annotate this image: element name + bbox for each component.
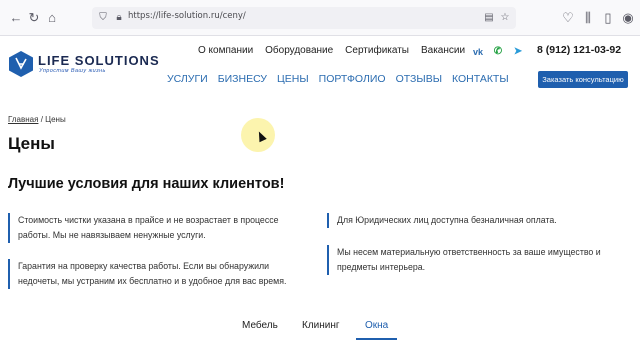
- top-menu: О компании Оборудование Сертификаты Вака…: [198, 45, 465, 56]
- lock-icon[interactable]: 🔒︎: [112, 11, 126, 25]
- library-icon[interactable]: ⫼: [580, 10, 596, 26]
- phone-number[interactable]: 8 (912) 121-03-92: [537, 44, 621, 56]
- feature-quality-guarantee: Гарантия на проверку качества работы. Ес…: [8, 259, 308, 289]
- logo-subtitle: Упростим Вашу жизнь: [39, 68, 106, 74]
- order-consultation-button[interactable]: Заказать консультацию: [538, 71, 628, 88]
- tab-furniture[interactable]: Мебель: [242, 320, 278, 340]
- logo-title[interactable]: LIFE SOLUTIONS: [38, 53, 160, 68]
- pocket-icon[interactable]: ♡: [560, 10, 576, 26]
- section-subheading: Лучшие условия для наших клиентов!: [8, 176, 285, 192]
- main-menu-portfolio[interactable]: Портфолио: [319, 73, 386, 85]
- reader-icon[interactable]: ▤: [482, 11, 496, 25]
- top-menu-equipment[interactable]: Оборудование: [265, 45, 333, 56]
- price-tabs: Мебель Клининг Окна: [0, 320, 640, 340]
- breadcrumb-current: Цены: [45, 115, 66, 124]
- reload-icon[interactable]: ↻: [26, 10, 42, 26]
- tab-windows[interactable]: Окна: [356, 320, 398, 340]
- breadcrumb-home[interactable]: Главная: [8, 115, 38, 124]
- url-text[interactable]: https://life-solution.ru/ceny/: [128, 11, 246, 21]
- home-icon[interactable]: ⌂: [44, 10, 60, 26]
- main-menu-contacts[interactable]: Контакты: [452, 73, 509, 85]
- vk-icon[interactable]: vk: [472, 46, 484, 58]
- main-menu-reviews[interactable]: Отзывы: [396, 73, 442, 85]
- top-menu-certificates[interactable]: Сертификаты: [345, 45, 409, 56]
- breadcrumb-separator: /: [40, 115, 43, 124]
- logo-icon[interactable]: [8, 50, 34, 78]
- tab-cleaning[interactable]: Клининг: [302, 320, 340, 340]
- feature-price-fixed: Стоимость чистки указана в прайсе и не в…: [8, 213, 308, 243]
- top-menu-vacancies[interactable]: Вакансии: [421, 45, 465, 56]
- whatsapp-icon[interactable]: ✆: [492, 46, 504, 58]
- sidebar-icon[interactable]: ▯: [600, 10, 616, 26]
- top-menu-about[interactable]: О компании: [198, 45, 253, 56]
- main-menu-business[interactable]: Бизнесу: [218, 73, 267, 85]
- address-bar[interactable]: ⛉ 🔒︎ https://life-solution.ru/ceny/ ▤ ☆: [92, 7, 516, 29]
- back-icon[interactable]: ←: [8, 10, 24, 26]
- site-header: LIFE SOLUTIONS Упростим Вашу жизнь О ком…: [0, 36, 640, 96]
- main-menu-services[interactable]: Услуги: [167, 73, 208, 85]
- browser-toolbar: ← ↻ ⌂ ⛉ 🔒︎ https://life-solution.ru/ceny…: [0, 0, 640, 36]
- main-menu-prices[interactable]: Цены: [277, 73, 309, 85]
- shield-icon[interactable]: ⛉: [96, 11, 110, 25]
- feature-liability: Мы несем материальную ответственность за…: [327, 245, 617, 275]
- breadcrumb: Главная / Цены: [8, 115, 66, 124]
- telegram-icon[interactable]: ➤: [512, 46, 524, 58]
- star-icon[interactable]: ☆: [498, 11, 512, 25]
- main-menu: Услуги Бизнесу Цены Портфолио Отзывы Кон…: [167, 73, 509, 85]
- feature-cashless-payment: Для Юридических лиц доступна безналичная…: [327, 213, 617, 228]
- page-title: Цены: [8, 134, 55, 153]
- profile-icon[interactable]: ◉: [620, 10, 636, 26]
